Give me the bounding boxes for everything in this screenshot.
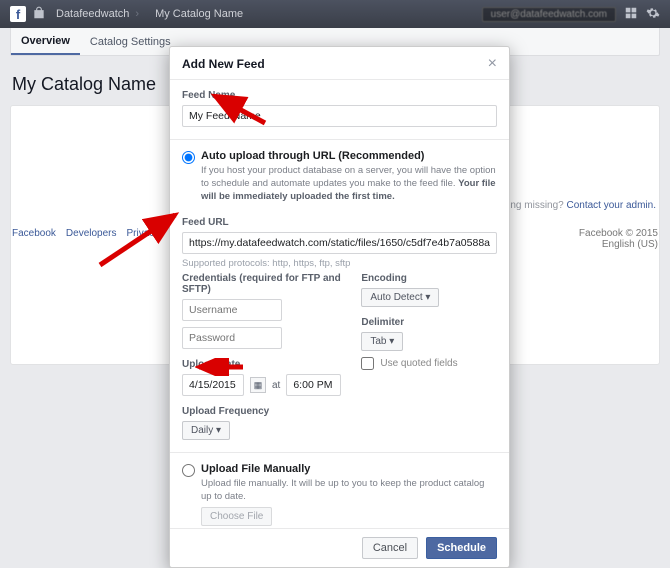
footer-copyright: Facebook © 2015 [579, 228, 658, 239]
upload-frequency-select[interactable]: Daily ▾ [182, 421, 230, 440]
admin-hint: hing missing? Contact your admin. [503, 200, 656, 211]
cancel-button[interactable]: Cancel [362, 537, 418, 559]
auto-upload-title: Auto upload through URL (Recommended) [201, 150, 497, 162]
delimiter-select[interactable]: Tab ▾ [361, 332, 403, 351]
footer-link-privacy[interactable]: Privacy [127, 228, 160, 250]
tab-overview[interactable]: Overview [11, 28, 80, 55]
chevron-right-icon: › [135, 8, 139, 20]
upload-date-label: Upload Date [182, 359, 341, 370]
feed-name-input[interactable] [182, 105, 497, 127]
user-email: user@datafeedwatch.com [482, 7, 616, 22]
upload-date-input[interactable] [182, 374, 244, 396]
auto-upload-radio[interactable] [182, 151, 195, 164]
choose-file-button[interactable]: Choose File [201, 507, 272, 526]
username-input[interactable] [182, 299, 282, 321]
contact-admin-link[interactable]: Contact your admin. [567, 200, 657, 211]
feed-url-label: Feed URL [182, 217, 497, 228]
encoding-label: Encoding [361, 273, 497, 284]
schedule-button[interactable]: Schedule [426, 537, 497, 559]
add-feed-modal: Add New Feed × Feed Name Auto upload thr… [169, 46, 510, 568]
use-quoted-fields-checkbox[interactable] [361, 357, 374, 370]
bag-icon[interactable] [32, 6, 46, 23]
manual-upload-radio[interactable] [182, 464, 195, 477]
feed-url-input[interactable] [182, 232, 497, 254]
grid-icon[interactable] [624, 6, 638, 23]
calendar-icon[interactable]: ▦ [250, 377, 266, 393]
upload-frequency-label: Upload Frequency [182, 406, 341, 417]
manual-upload-desc: Upload file manually. It will be up to y… [201, 478, 497, 504]
auto-upload-desc: If you host your product database on a s… [201, 165, 497, 203]
close-icon[interactable]: × [488, 59, 497, 69]
feed-name-label: Feed Name [182, 90, 497, 101]
footer-language[interactable]: English (US) [579, 239, 658, 250]
at-label: at [272, 380, 280, 391]
password-input[interactable] [182, 327, 282, 349]
breadcrumb-item-app[interactable]: Datafeedwatch [56, 8, 129, 20]
delimiter-label: Delimiter [361, 317, 497, 328]
facebook-logo-icon[interactable]: f [10, 6, 26, 22]
protocols-helper: Supported protocols: http, https, ftp, s… [182, 258, 497, 269]
modal-title: Add New Feed [182, 57, 265, 71]
gear-icon[interactable] [646, 6, 660, 23]
encoding-select[interactable]: Auto Detect ▾ [361, 288, 439, 307]
footer-link-developers[interactable]: Developers [66, 228, 117, 250]
tab-catalog-settings[interactable]: Catalog Settings [80, 28, 181, 55]
upload-time-input[interactable] [286, 374, 341, 396]
footer-link-facebook[interactable]: Facebook [12, 228, 56, 250]
credentials-label: Credentials (required for FTP and SFTP) [182, 273, 341, 295]
topbar: f Datafeedwatch › My Catalog Name user@d… [0, 0, 670, 28]
breadcrumb-item-catalog[interactable]: My Catalog Name [155, 8, 243, 20]
manual-upload-title: Upload File Manually [201, 463, 497, 475]
use-quoted-fields-label: Use quoted fields [380, 358, 457, 369]
